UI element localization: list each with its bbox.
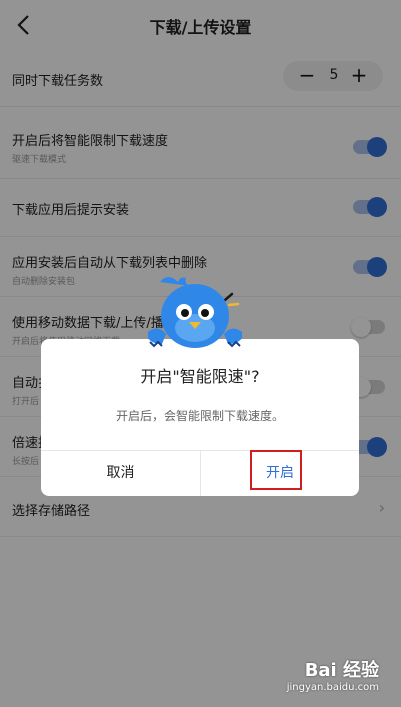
cancel-button[interactable]: 取消 (41, 450, 200, 496)
confirm-dialog: 开启"智能限速"? 开启后，会智能限制下载速度。 取消 开启 (41, 339, 359, 496)
highlight-box (250, 450, 302, 490)
watermark: Bai 经验 jingyan.baidu.com (287, 656, 379, 693)
bird-mascot-icon (148, 277, 242, 348)
dialog-message: 开启后，会智能限制下载速度。 (115, 409, 284, 423)
watermark-url: jingyan.baidu.com (286, 682, 379, 693)
watermark-logo: Bai 经验 (304, 660, 379, 681)
dialog-title: 开启"智能限速"? (140, 367, 260, 386)
